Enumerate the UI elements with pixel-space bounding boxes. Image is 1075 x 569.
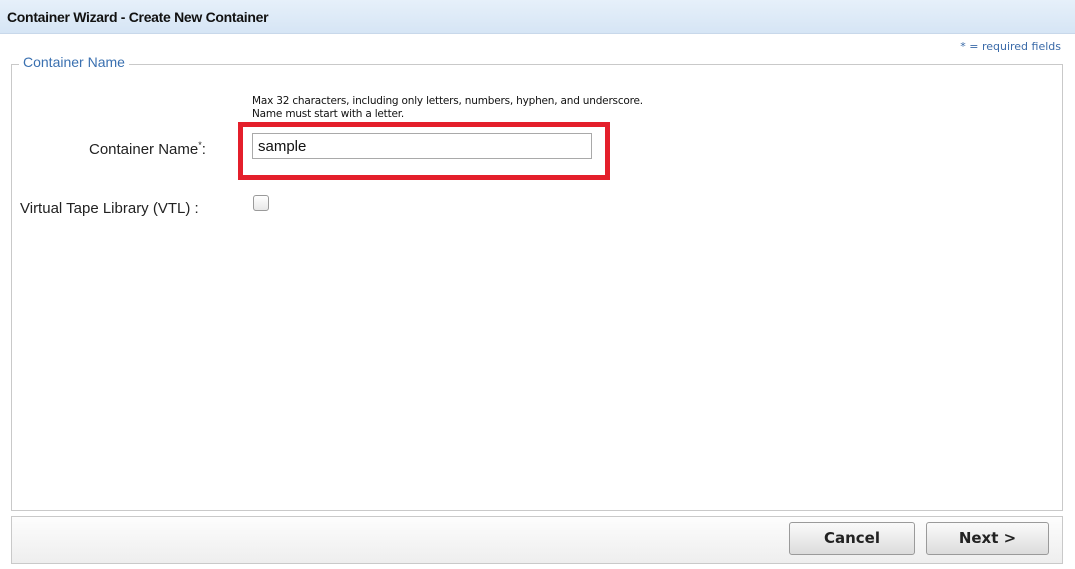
fieldset-legend: Container Name bbox=[19, 54, 129, 70]
wizard-title-bar: Container Wizard - Create New Container bbox=[0, 0, 1075, 34]
wizard-title: Container Wizard - Create New Container bbox=[7, 9, 269, 25]
cancel-button[interactable]: Cancel bbox=[789, 522, 915, 555]
vtl-label: Virtual Tape Library (VTL) : bbox=[20, 200, 199, 217]
label-suffix: : bbox=[201, 141, 206, 158]
required-fields-note: * = required fields bbox=[960, 40, 1061, 53]
vtl-checkbox[interactable] bbox=[253, 195, 269, 211]
container-name-input[interactable] bbox=[252, 133, 592, 159]
container-name-label: Container Name*: bbox=[89, 140, 206, 158]
container-name-hint: Max 32 characters, including only letter… bbox=[252, 95, 643, 120]
next-button[interactable]: Next > bbox=[926, 522, 1049, 555]
container-name-label-text: Container Name bbox=[89, 141, 199, 158]
